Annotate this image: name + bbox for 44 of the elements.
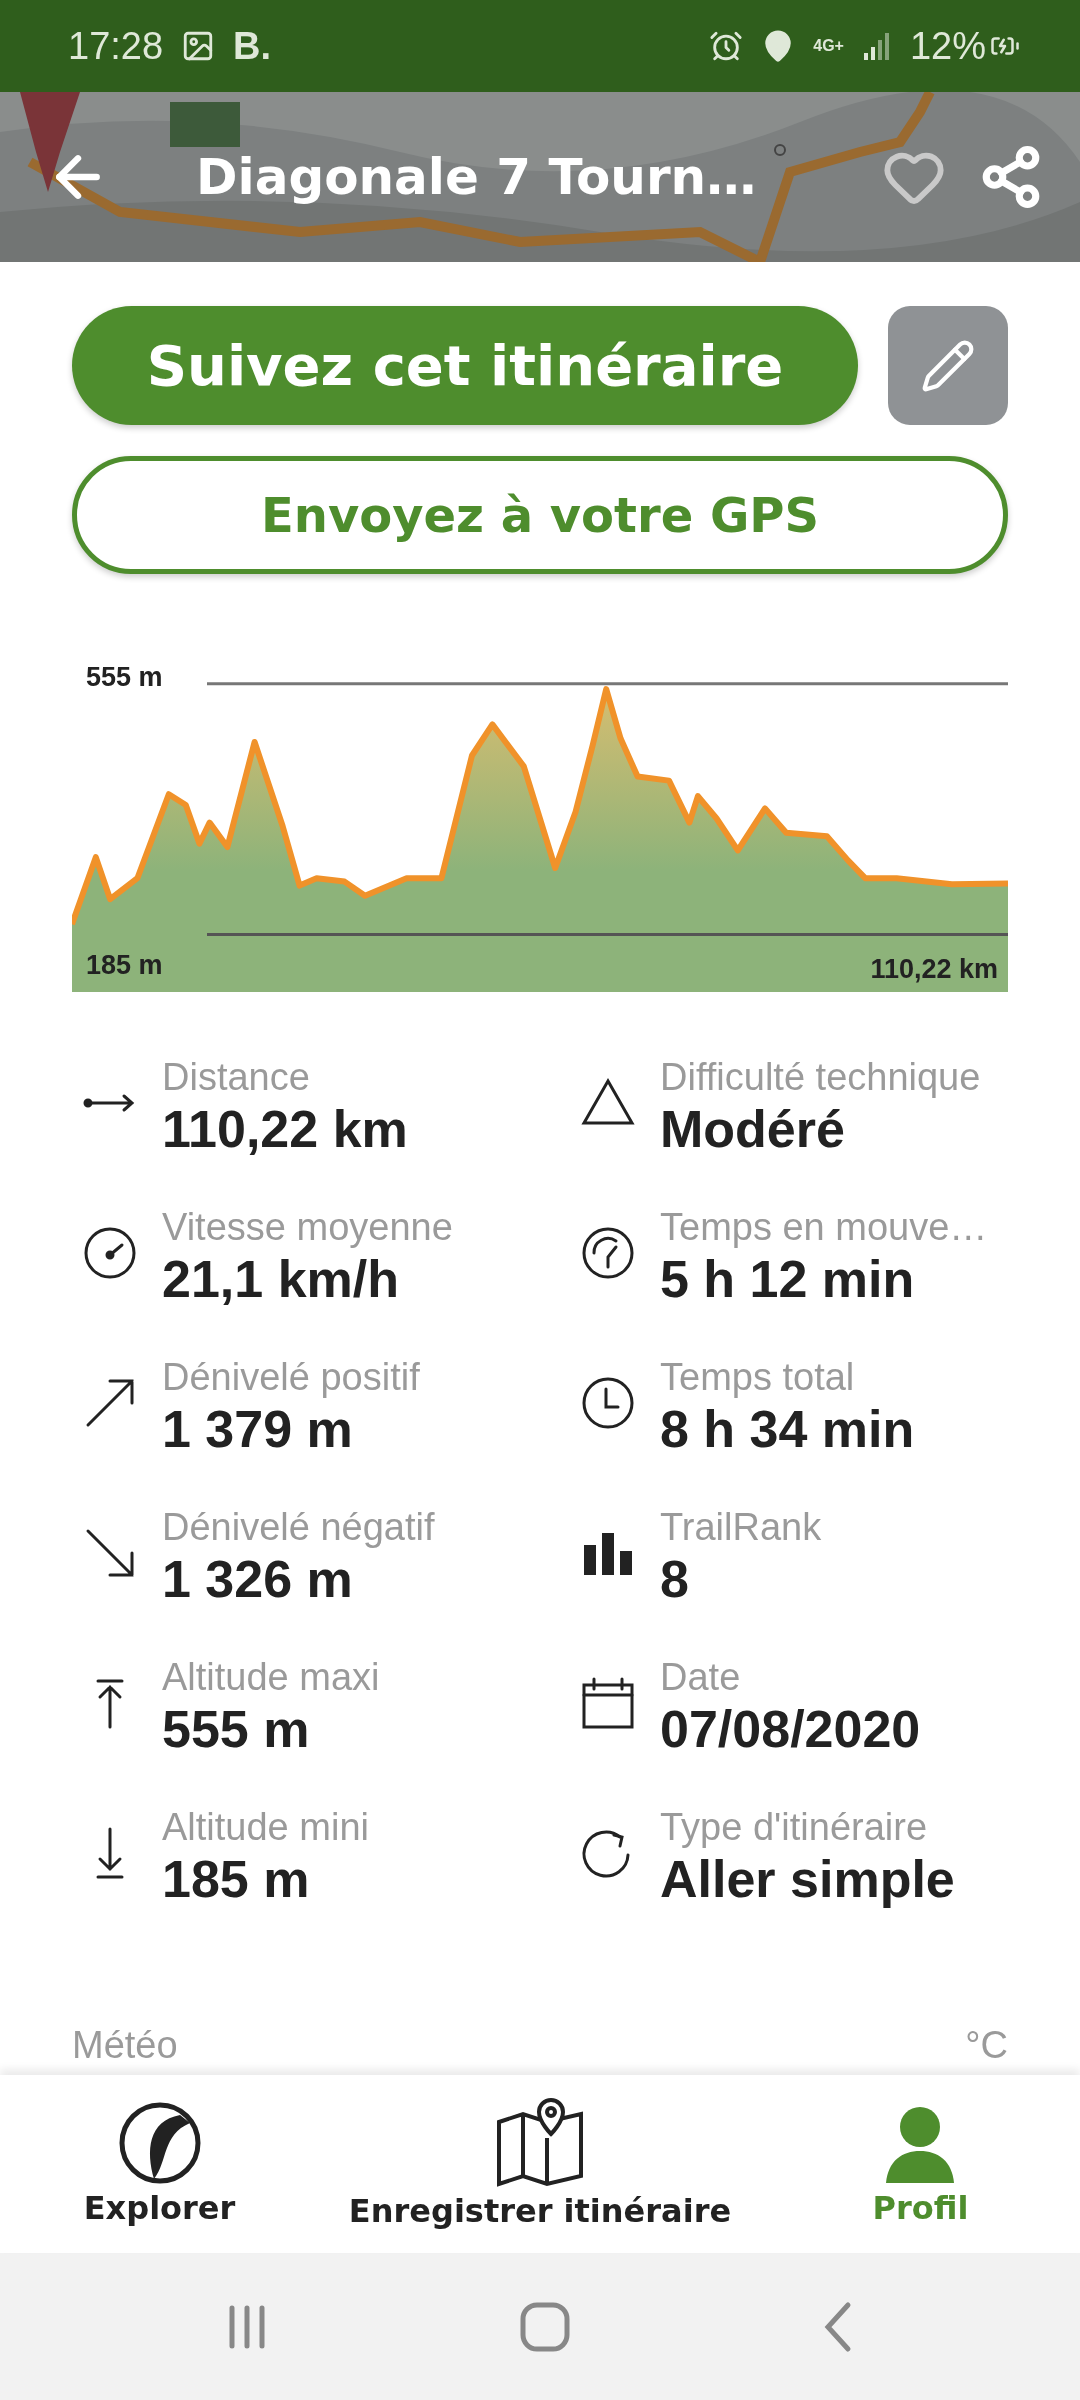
stat-label: Temps total <box>660 1355 856 1399</box>
weather-label: Météo <box>72 2024 178 2067</box>
axis-label: 555 m <box>86 661 163 692</box>
stat-label: TrailRank <box>660 1505 822 1549</box>
stat-value: 5 h 12 min <box>660 1249 916 1309</box>
alarm-icon <box>709 29 744 63</box>
stat-label: Difficulté technique <box>660 1055 981 1099</box>
temperature-unit: °C <box>965 2024 1008 2067</box>
nav-tab[interactable]: Profil <box>760 2075 1080 2253</box>
stat-label: Date <box>660 1655 742 1699</box>
stat-label: Type d'itinéraire <box>660 1805 929 1849</box>
stat-label: Altitude mini <box>162 1805 369 1849</box>
stat-value: 555 m <box>162 1699 311 1759</box>
stat-label: Dénivelé positif <box>162 1355 420 1399</box>
stat-label: Dénivelé négatif <box>162 1505 435 1549</box>
carrier-label: B. <box>233 24 272 68</box>
axis-label: 185 m <box>86 950 163 981</box>
stat-value: Modéré <box>660 1099 846 1159</box>
stat-value: 21,1 km/h <box>162 1249 401 1309</box>
stat-value: 1 326 m <box>162 1549 354 1609</box>
signal-icon <box>861 31 892 61</box>
follow-route-button[interactable]: Suivez cet itinéraire <box>72 306 858 425</box>
nav-tab[interactable]: Explorer <box>0 2075 320 2253</box>
route-title: Diagonale 7 Tourn… <box>195 148 758 206</box>
nav-tab[interactable]: Enregistrer itinéraire <box>319 2075 761 2253</box>
clock-time: 17:28 <box>68 24 164 68</box>
compass-swoosh-icon <box>117 2101 202 2185</box>
stat-value: 185 m <box>162 1849 311 1909</box>
send-to-gps-button[interactable]: Envoyez à votre GPS <box>72 456 1008 574</box>
stat-label: Vitesse moyenne <box>162 1205 453 1249</box>
stat-label: Distance <box>162 1055 311 1099</box>
network-label: 4G+ <box>813 37 844 55</box>
stat-value: 8 h 34 min <box>660 1399 915 1459</box>
battery-percent: 12% <box>909 24 986 68</box>
stat-value: 8 <box>660 1549 690 1609</box>
stat-value: 1 379 m <box>162 1399 354 1459</box>
stat-label: Temps en mouve… <box>660 1205 988 1249</box>
distance-label: 110,22 km <box>870 954 998 985</box>
stat-value: Aller simple <box>660 1849 955 1909</box>
stat-value: 110,22 km <box>162 1099 408 1159</box>
stat-label: Altitude maxi <box>162 1655 380 1699</box>
map-pin-icon <box>495 2098 585 2188</box>
edit-button[interactable] <box>888 306 1008 425</box>
stat-value: 07/08/2020 <box>660 1699 921 1759</box>
